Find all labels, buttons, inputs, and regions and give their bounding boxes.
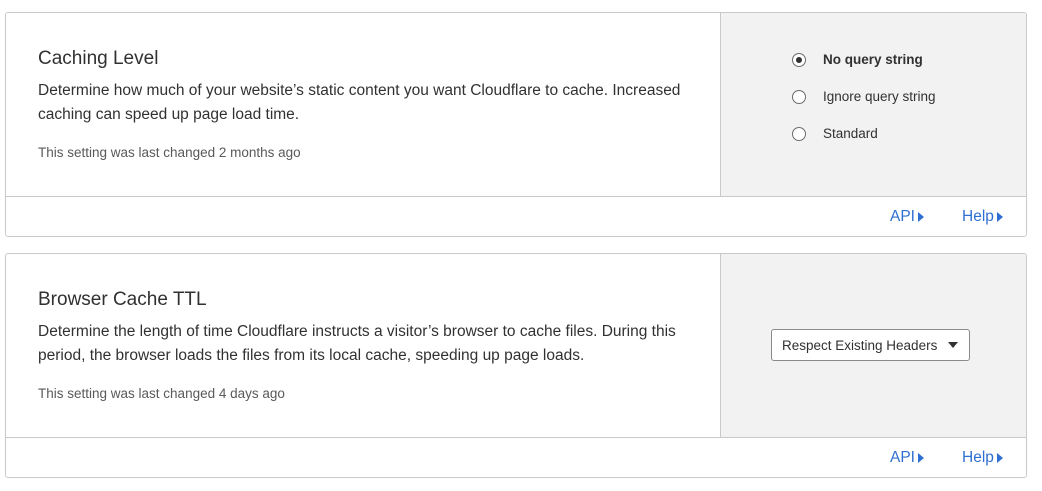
browser-cache-ttl-api-link[interactable]: API: [890, 449, 924, 467]
caching-level-title: Caching Level: [38, 48, 159, 69]
select-value: Respect Existing Headers: [782, 337, 938, 353]
browser-cache-ttl-select[interactable]: Respect Existing Headers: [771, 329, 970, 361]
radio-option-standard[interactable]: Standard: [792, 125, 878, 143]
caret-right-icon: [996, 212, 1003, 222]
radio-option-ignore-query-string[interactable]: Ignore query string: [792, 88, 936, 106]
radio-button[interactable]: [792, 127, 806, 141]
browser-cache-ttl-description: Determine the length of time Cloudflare …: [38, 323, 676, 364]
browser-cache-ttl-info: Browser Cache TTL Determine the length o…: [6, 254, 721, 437]
caching-level-control-panel: No query string Ignore query string Stan…: [721, 13, 1026, 196]
caching-level-help-link[interactable]: Help: [962, 208, 1003, 226]
caret-down-icon: [948, 342, 958, 348]
caret-right-icon: [917, 212, 924, 222]
browser-cache-ttl-card: Browser Cache TTL Determine the length o…: [5, 253, 1027, 478]
radio-label: Standard: [823, 126, 878, 141]
browser-cache-ttl-body: Browser Cache TTL Determine the length o…: [6, 254, 1026, 438]
radio-option-no-query-string[interactable]: No query string: [792, 51, 923, 69]
radio-label: Ignore query string: [823, 89, 936, 104]
caching-level-api-link[interactable]: API: [890, 208, 924, 226]
caching-level-card: Caching Level Determine how much of your…: [5, 12, 1027, 237]
radio-label: No query string: [823, 52, 923, 67]
browser-cache-ttl-title: Browser Cache TTL: [38, 289, 207, 310]
api-link-label: API: [890, 449, 915, 466]
caret-right-icon: [996, 453, 1003, 463]
radio-button-checked[interactable]: [792, 53, 806, 67]
radio-button[interactable]: [792, 90, 806, 104]
help-link-label: Help: [962, 208, 994, 225]
browser-cache-ttl-help-link[interactable]: Help: [962, 449, 1003, 467]
caret-right-icon: [917, 453, 924, 463]
api-link-label: API: [890, 208, 915, 225]
caching-level-body: Caching Level Determine how much of your…: [6, 13, 1026, 197]
caching-level-info: Caching Level Determine how much of your…: [6, 13, 721, 196]
help-link-label: Help: [962, 449, 994, 466]
caching-level-last-changed: This setting was last changed 2 months a…: [38, 145, 301, 160]
browser-cache-ttl-last-changed: This setting was last changed 4 days ago: [38, 386, 285, 401]
caching-level-description: Determine how much of your website’s sta…: [38, 82, 681, 123]
browser-cache-ttl-control-panel: Respect Existing Headers: [721, 254, 1026, 437]
